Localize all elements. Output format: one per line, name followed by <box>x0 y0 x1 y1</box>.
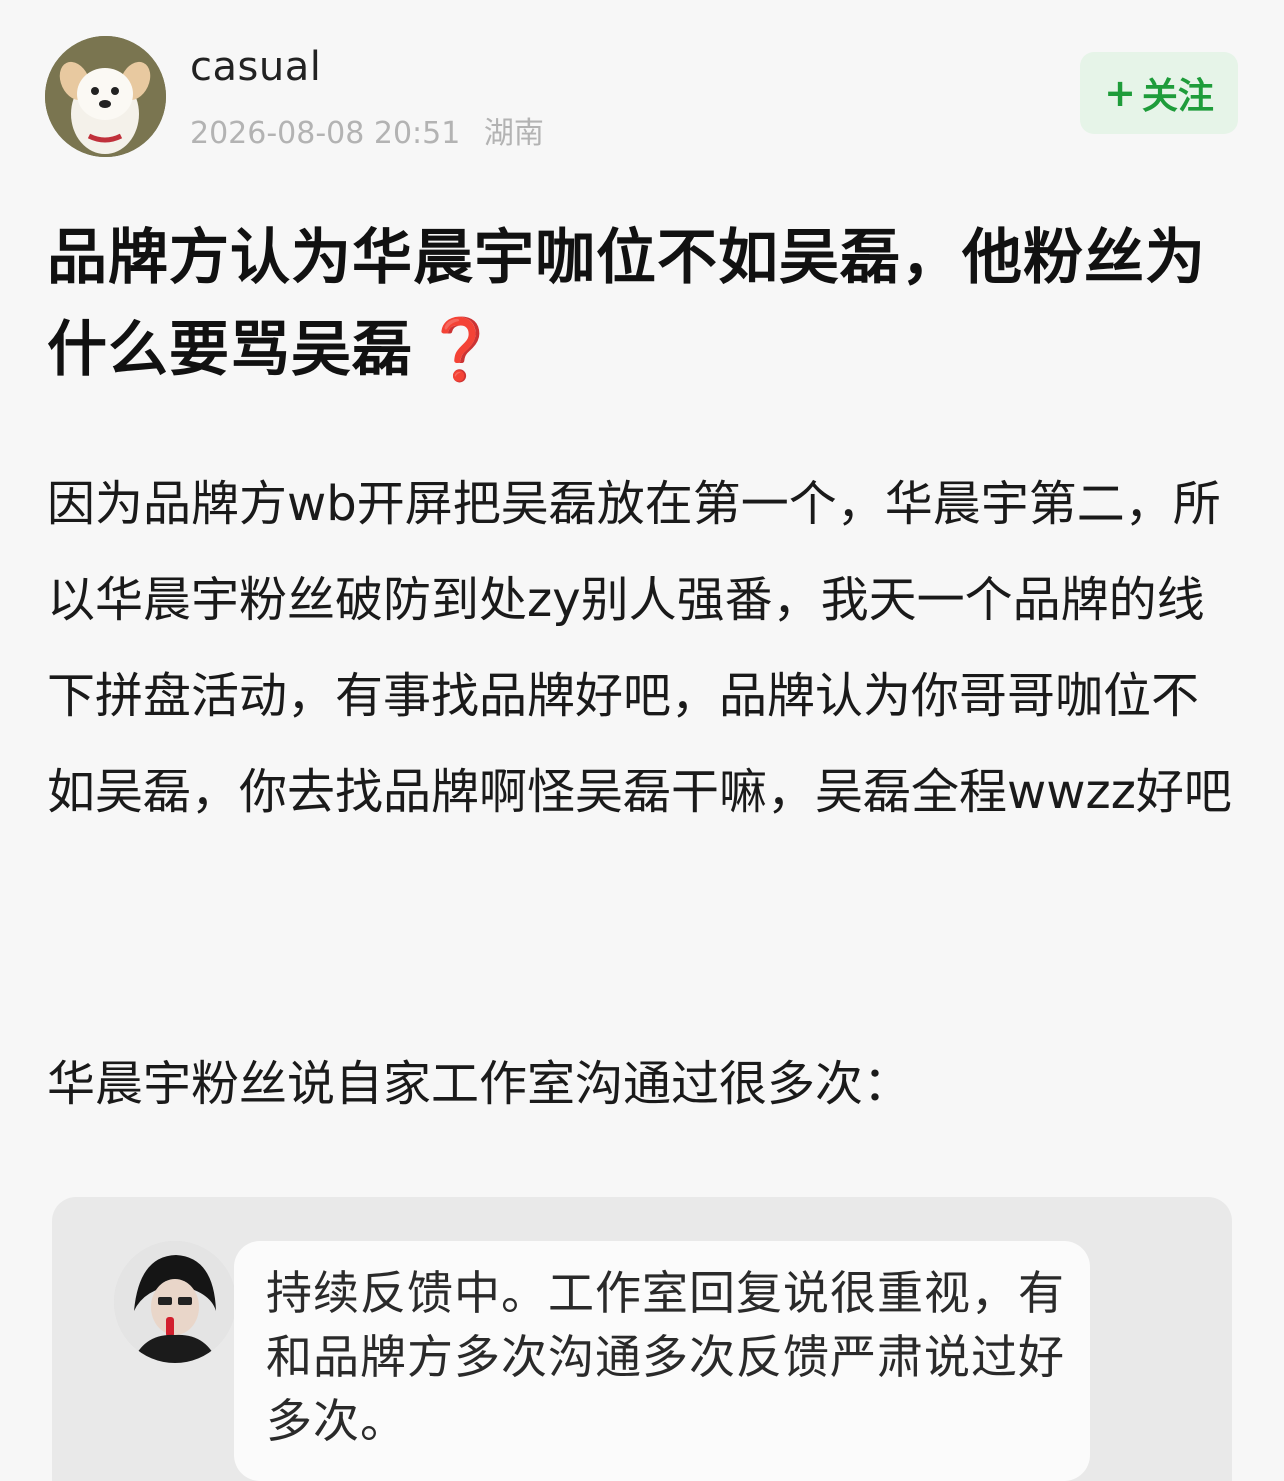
author-avatar[interactable] <box>45 36 166 157</box>
post-body-paragraph-1: 因为品牌方wb开屏把吴磊放在第一个，华晨宇第二，所以华晨宇粉丝破防到处zy别人强… <box>47 476 1232 820</box>
message-text: 持续反馈中。工作室回复说很重视，有和品牌方多次沟通多次反馈严肃说过好多次。 <box>266 1266 1065 1448</box>
singer-avatar-icon <box>114 1241 236 1363</box>
quoted-screenshot[interactable]: 持续反馈中。工作室回复说很重视，有和品牌方多次沟通多次反馈严肃说过好多次。 <box>52 1197 1232 1481</box>
quoted-avatar <box>114 1241 236 1363</box>
post-body-paragraph-2: 华晨宇粉丝说自家工作室沟通过很多次： <box>47 1056 912 1112</box>
question-mark-icon: ❓ <box>423 315 499 385</box>
post-meta: 2026-08-08 20:51 湖南 <box>190 108 558 152</box>
author-name[interactable]: casual <box>190 44 321 90</box>
post-header: casual 2026-08-08 20:51 湖南 + 关注 <box>0 0 1284 170</box>
follow-button[interactable]: + 关注 <box>1080 52 1238 134</box>
post-location: 湖南 <box>483 116 544 151</box>
dog-avatar-icon <box>45 36 166 157</box>
plus-icon: + <box>1104 71 1136 115</box>
post-title-text: 品牌方认为华晨宇咖位不如吴磊，他粉丝为什么要骂吴磊 <box>47 223 1206 385</box>
follow-label: 关注 <box>1141 76 1214 117</box>
message-bubble: 持续反馈中。工作室回复说很重视，有和品牌方多次沟通多次反馈严肃说过好多次。 <box>234 1241 1090 1481</box>
post-title: 品牌方认为华晨宇咖位不如吴磊，他粉丝为什么要骂吴磊 ❓ <box>47 212 1237 396</box>
post-timestamp: 2026-08-08 20:51 <box>190 116 461 151</box>
